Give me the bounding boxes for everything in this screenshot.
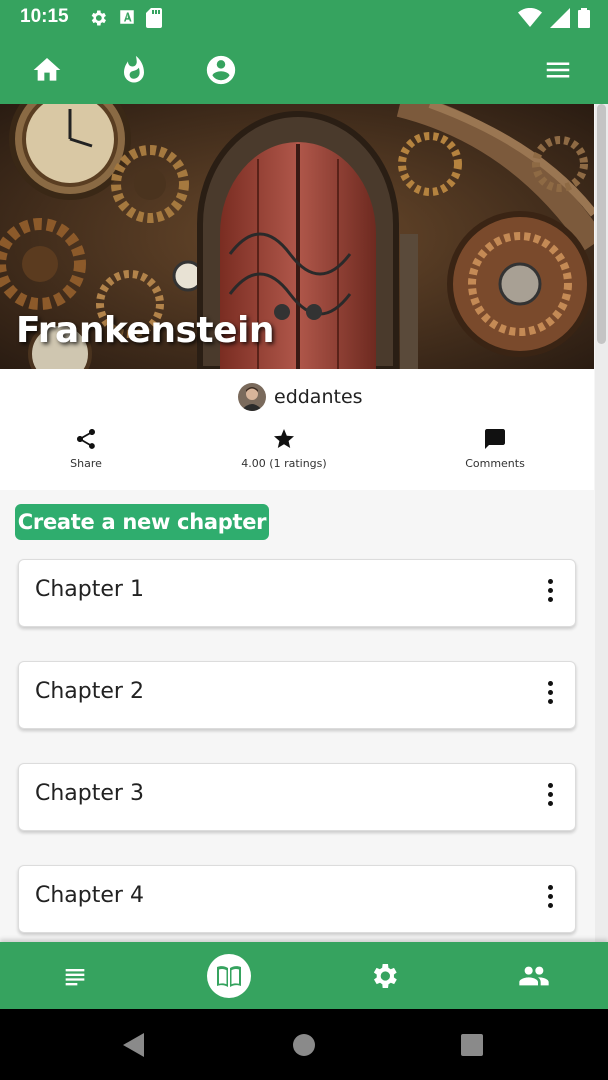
chapter-card[interactable]: Chapter 3	[18, 763, 576, 831]
chapter-title: Chapter 1	[35, 577, 144, 602]
nav-settings-button[interactable]	[364, 956, 404, 996]
keyboard-a-status-icon	[120, 10, 134, 24]
chapter-title: Chapter 4	[35, 883, 144, 908]
share-label: Share	[70, 457, 102, 470]
more-vert-icon	[547, 579, 553, 584]
trending-button[interactable]	[114, 50, 154, 90]
top-app-bar	[0, 36, 608, 104]
home-circle-icon[interactable]	[292, 1033, 316, 1057]
author-name: eddantes	[274, 386, 363, 408]
scrollbar-thumb[interactable]	[597, 104, 606, 344]
share-icon	[77, 429, 95, 449]
create-chapter-button[interactable]: Create a new chapter	[15, 504, 269, 540]
book-icon	[207, 954, 251, 998]
comments-label: Comments	[465, 457, 525, 470]
status-time: 10:15	[20, 6, 69, 27]
system-navigation-bar	[0, 1009, 608, 1080]
menu-icon	[546, 62, 570, 78]
list-icon	[65, 969, 85, 986]
home-button[interactable]	[27, 50, 67, 90]
nav-list-button[interactable]	[55, 956, 95, 996]
comments-button[interactable]: Comments	[460, 427, 530, 470]
account-circle-icon	[206, 55, 236, 85]
chapter-card[interactable]: Chapter 2	[18, 661, 576, 729]
chapter-title: Chapter 3	[35, 781, 144, 806]
chapter-card[interactable]: Chapter 1	[18, 559, 576, 627]
battery-status-icon	[578, 8, 590, 28]
status-bar: 10:15	[0, 0, 608, 36]
rating-label: 4.00 (1 ratings)	[241, 457, 327, 470]
bottom-navigation	[0, 942, 608, 1009]
signal-status-icon	[550, 8, 570, 28]
home-icon	[33, 58, 61, 81]
book-info-panel: eddantes Share 4.00 (1 ratings) Comments	[0, 369, 594, 490]
rating-button[interactable]: 4.00 (1 ratings)	[234, 427, 334, 470]
gear-icon	[373, 964, 397, 988]
back-icon[interactable]	[122, 1032, 146, 1058]
menu-button[interactable]	[538, 50, 578, 90]
recents-icon[interactable]	[460, 1033, 484, 1057]
book-title: Frankenstein	[16, 310, 275, 351]
star-icon	[274, 429, 294, 448]
more-vert-icon	[547, 783, 553, 788]
author-link[interactable]: eddantes	[238, 383, 363, 411]
more-options-button[interactable]	[543, 681, 557, 709]
nav-people-button[interactable]	[514, 956, 554, 996]
profile-button[interactable]	[201, 50, 241, 90]
comment-icon	[485, 429, 505, 449]
chapter-card[interactable]: Chapter 4	[18, 865, 576, 933]
nav-book-button[interactable]	[206, 953, 252, 999]
avatar	[238, 383, 266, 411]
book-cover-image: Frankenstein	[0, 104, 594, 369]
scrollbar[interactable]	[595, 104, 608, 942]
wifi-status-icon	[518, 8, 542, 27]
settings-status-icon	[91, 10, 106, 26]
more-options-button[interactable]	[543, 783, 557, 811]
more-vert-icon	[547, 885, 553, 890]
people-icon	[519, 966, 549, 986]
more-vert-icon	[547, 681, 553, 686]
fire-icon	[124, 55, 144, 83]
sd-card-status-icon	[146, 8, 162, 28]
more-options-button[interactable]	[543, 885, 557, 913]
share-button[interactable]: Share	[56, 427, 116, 470]
more-options-button[interactable]	[543, 579, 557, 607]
chapter-title: Chapter 2	[35, 679, 144, 704]
